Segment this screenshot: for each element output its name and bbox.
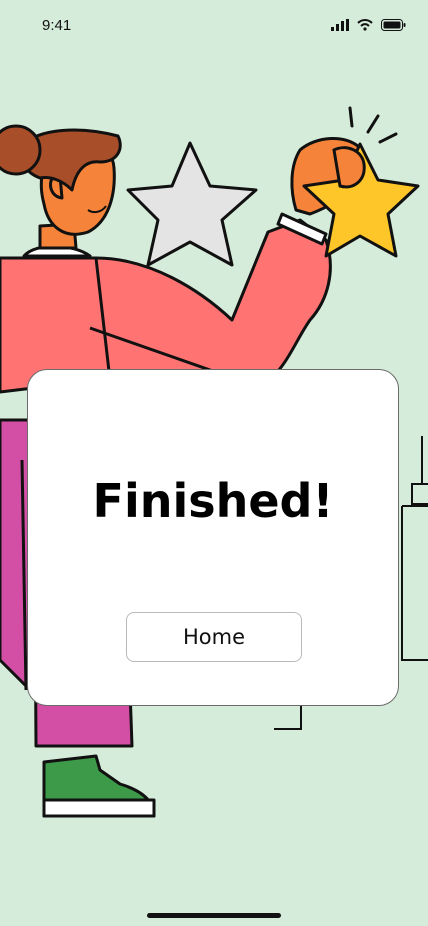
- home-indicator[interactable]: [147, 913, 281, 918]
- wifi-icon: [357, 19, 373, 31]
- status-icons: [331, 19, 406, 31]
- signal-icon: [331, 19, 349, 31]
- dialog-title: Finished!: [92, 474, 334, 528]
- hand-fingers: [332, 146, 366, 189]
- sparkle-lines: [348, 106, 398, 144]
- grey-star-icon: [126, 141, 258, 267]
- completion-dialog: Finished! Home: [27, 369, 399, 706]
- home-button[interactable]: Home: [126, 612, 302, 662]
- status-time: 9:41: [42, 17, 72, 34]
- status-bar: 9:41: [0, 0, 428, 54]
- battery-icon: [381, 19, 406, 31]
